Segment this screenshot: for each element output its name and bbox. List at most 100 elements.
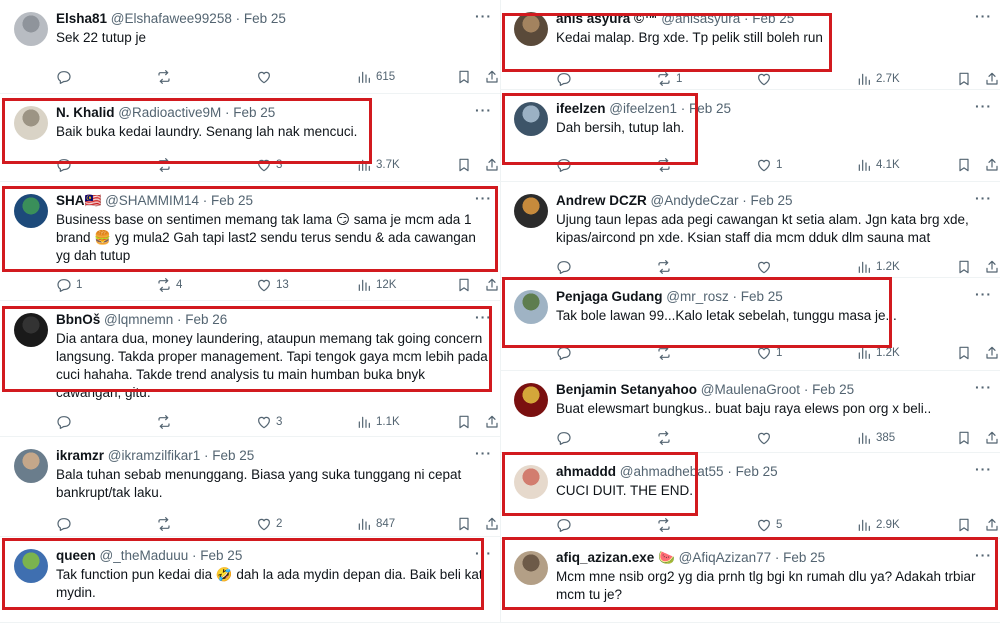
author-name[interactable]: anis asyura ©™ [556,11,658,26]
author-name[interactable]: N. Khalid [56,105,115,120]
repost-button[interactable] [656,429,676,447]
author-name[interactable]: Benjamin Setanyahoo [556,382,697,397]
author-name[interactable]: Penjaga Gudang [556,289,663,304]
avatar[interactable] [14,449,48,483]
author-handle[interactable]: @Elshafawee99258 [107,11,232,26]
bookmark-button[interactable] [456,68,472,86]
more-icon[interactable]: ··· [975,190,992,206]
views-button[interactable]: 2.9K [856,516,900,534]
more-icon[interactable]: ··· [475,8,492,24]
author-name[interactable]: SHA🇲🇾 [56,193,101,208]
more-icon[interactable]: ··· [475,309,492,325]
tweet-date[interactable]: Feb 25 [736,464,778,479]
avatar[interactable] [14,12,48,46]
like-button[interactable]: 1 [756,156,782,174]
repost-button[interactable] [156,156,176,174]
share-button[interactable] [984,70,1000,88]
repost-button[interactable] [656,156,676,174]
author-handle[interactable]: @ahmadhebat55 [616,464,724,479]
more-icon[interactable]: ··· [975,547,992,563]
views-button[interactable]: 615 [356,68,395,86]
share-button[interactable] [984,156,1000,174]
share-button[interactable] [984,344,1000,362]
share-button[interactable] [984,429,1000,447]
tweet[interactable]: N. Khalid @Radioactive9M · Feb 25 ··· Baik… [0,94,500,182]
author-handle[interactable]: @mr_rosz [663,289,728,304]
author-handle[interactable]: @lqmnemn [100,312,173,327]
like-button[interactable]: 5 [756,516,782,534]
bookmark-button[interactable] [956,344,972,362]
bookmark-button[interactable] [956,516,972,534]
repost-button[interactable]: 4 [156,276,182,294]
like-button[interactable] [256,68,276,86]
reply-button[interactable] [556,429,576,447]
author-name[interactable]: ifeelzen [556,101,606,116]
tweet-date[interactable]: Feb 26 [185,312,227,327]
reply-button[interactable] [56,156,76,174]
reply-button[interactable] [556,344,576,362]
tweet[interactable]: Andrew DCZR @AndydeCzar · Feb 25 ··· Ujung… [500,182,1000,278]
tweet-date[interactable]: Feb 25 [752,11,794,26]
like-button[interactable]: 13 [256,276,289,294]
tweet-date[interactable]: Feb 25 [244,11,286,26]
bookmark-button[interactable] [456,413,472,431]
author-handle[interactable]: @_theMaduuu [96,548,189,563]
views-button[interactable]: 847 [356,515,395,533]
tweet[interactable]: ikramzr @ikramzilfikar1 · Feb 25 ··· Bala … [0,437,500,537]
bookmark-button[interactable] [956,70,972,88]
views-button[interactable]: 1.1K [356,413,400,431]
tweet-date[interactable]: Feb 25 [812,382,854,397]
share-button[interactable] [484,276,500,294]
repost-button[interactable] [156,413,176,431]
avatar[interactable] [514,551,548,585]
author-name[interactable]: Elsha81 [56,11,107,26]
tweet[interactable]: SHA🇲🇾 @SHAMMIM14 · Feb 25 ··· Business bas… [0,182,500,301]
tweet-date[interactable]: Feb 25 [233,105,275,120]
tweet-date[interactable]: Feb 25 [211,193,253,208]
author-handle[interactable]: @anisasyura [658,11,740,26]
author-handle[interactable]: @Radioactive9M [115,105,221,120]
author-name[interactable]: afiq_azizan.exe 🍉 [556,550,675,565]
like-button[interactable] [756,70,776,88]
bookmark-button[interactable] [956,258,972,276]
more-icon[interactable]: ··· [975,8,992,24]
share-button[interactable] [484,413,500,431]
bookmark-button[interactable] [456,156,472,174]
avatar[interactable] [14,194,48,228]
tweet-date[interactable]: Feb 25 [751,193,793,208]
reply-button[interactable] [556,258,576,276]
tweet[interactable]: ifeelzen @ifeelzen1 · Feb 25 ··· Dah bersi… [500,90,1000,182]
avatar[interactable] [14,106,48,140]
repost-button[interactable]: 1 [656,70,682,88]
views-button[interactable]: 385 [856,429,895,447]
views-button[interactable]: 1.2K [856,258,900,276]
reply-button[interactable] [556,516,576,534]
repost-button[interactable] [656,344,676,362]
tweet[interactable]: Elsha81 @Elshafawee99258 · Feb 25 ··· Sek … [0,0,500,94]
reply-button[interactable] [56,515,76,533]
share-button[interactable] [984,516,1000,534]
tweet[interactable]: Benjamin Setanyahoo @MaulenaGroot · Feb … [500,371,1000,453]
reply-button[interactable] [56,413,76,431]
share-button[interactable] [484,68,500,86]
like-button[interactable]: 1 [756,344,782,362]
avatar[interactable] [514,102,548,136]
author-name[interactable]: queen [56,548,96,563]
bookmark-button[interactable] [956,429,972,447]
reply-button[interactable] [556,156,576,174]
bookmark-button[interactable] [456,515,472,533]
repost-button[interactable] [156,515,176,533]
author-handle[interactable]: @ikramzilfikar1 [104,448,200,463]
author-handle[interactable]: @AfiqAzizan77 [675,550,772,565]
reply-button[interactable]: 1 [56,276,82,294]
tweet[interactable]: ahmaddd @ahmadhebat55 · Feb 25 ··· CUCI DU… [500,453,1000,539]
tweet-date[interactable]: Feb 25 [689,101,731,116]
tweet[interactable]: Penjaga Gudang @mr_rosz · Feb 25 ··· Tak b… [500,278,1000,371]
more-icon[interactable]: ··· [475,445,492,461]
author-name[interactable]: ikramzr [56,448,104,463]
avatar[interactable] [514,194,548,228]
author-handle[interactable]: @AndydeCzar [647,193,739,208]
like-button[interactable]: 3 [256,156,282,174]
more-icon[interactable]: ··· [475,545,492,561]
like-button[interactable] [756,429,776,447]
